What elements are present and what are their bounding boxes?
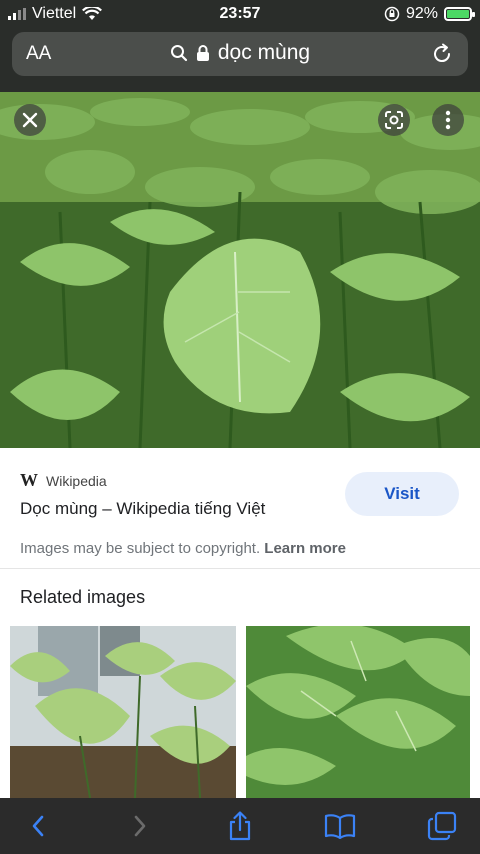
more-vert-icon [445, 110, 451, 130]
forward-icon [134, 815, 146, 837]
back-button[interactable] [20, 808, 56, 844]
related-images-heading: Related images [20, 587, 146, 607]
related-image-2[interactable] [246, 626, 470, 798]
status-bar: Viettel 23:57 92% [0, 0, 480, 28]
battery-percent: 92% [405, 5, 438, 22]
forward-button[interactable] [122, 808, 158, 844]
main-image[interactable] [0, 92, 480, 448]
battery-charging-icon [444, 7, 475, 21]
bottom-toolbar [0, 798, 480, 854]
wikipedia-logo-icon: W [20, 470, 38, 490]
share-icon [229, 811, 251, 841]
more-options-button[interactable] [432, 104, 464, 136]
result-title[interactable]: Dọc mùng – Wikipedia tiếng Việt [20, 499, 265, 519]
reload-icon[interactable] [430, 42, 454, 66]
taro-leaves-image [0, 92, 480, 448]
back-icon [32, 815, 44, 837]
bookmarks-icon [324, 814, 356, 839]
related-image-1[interactable] [10, 626, 236, 798]
source-row[interactable]: W Wikipedia [20, 470, 107, 491]
tabs-button[interactable] [424, 808, 460, 844]
copyright-text: Images may be subject to copyright. [20, 540, 261, 557]
browser-chrome: Viettel 23:57 92% AA dọc mùng [0, 0, 480, 92]
close-button[interactable] [14, 104, 46, 136]
learn-more-link[interactable]: Learn more [264, 540, 346, 557]
lens-button[interactable] [378, 104, 410, 136]
lock-icon [196, 45, 209, 61]
source-name: Wikipedia [46, 472, 107, 489]
visit-button[interactable]: Visit [345, 472, 459, 516]
url-text: dọc mùng [217, 41, 311, 64]
search-icon [170, 45, 187, 62]
bookmarks-button[interactable] [322, 808, 358, 844]
lens-icon [385, 111, 403, 129]
orientation-lock-icon [384, 6, 400, 22]
share-button[interactable] [222, 808, 258, 844]
copyright-notice: Images may be subject to copyright. Lear… [20, 540, 346, 557]
divider [0, 568, 480, 569]
tabs-icon [427, 811, 457, 841]
address-bar[interactable]: AA dọc mùng [12, 32, 468, 76]
close-icon [22, 112, 38, 128]
